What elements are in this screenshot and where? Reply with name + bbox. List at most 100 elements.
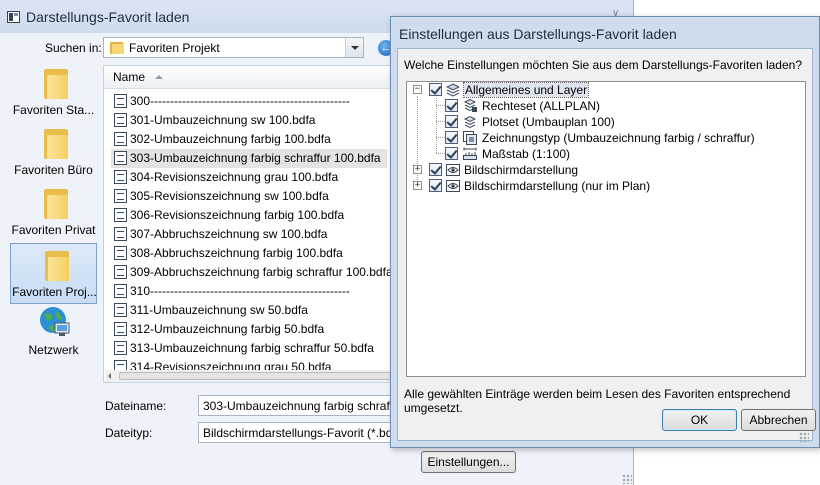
resize-grip[interactable]: [622, 474, 632, 484]
resize-grip[interactable]: [799, 432, 809, 442]
rights-set-icon: [463, 99, 477, 112]
file-list[interactable]: Name 300--------------------------------…: [103, 65, 403, 383]
collapse-toggle-icon[interactable]: −: [413, 85, 422, 94]
file-icon: [114, 246, 127, 260]
dialog-body: Welche Einstellungen möchten Sie aus dem…: [397, 48, 816, 441]
file-icon: [114, 322, 127, 336]
eye-icon: [446, 180, 460, 192]
list-item[interactable]: 300-------------------------------------…: [111, 92, 401, 111]
place-label: Favoriten Privat: [11, 223, 96, 237]
tree-node-massstab[interactable]: Maßstab (1:100): [407, 146, 805, 162]
filename-input[interactable]: 303-Umbauzeichnung farbig schraffur 100.…: [198, 395, 393, 416]
folder-icon: [45, 251, 69, 281]
filetype-select[interactable]: Bildschirmdarstellungs-Favorit (*.bdfa): [198, 422, 393, 443]
location-combobox[interactable]: Favoriten Projekt: [103, 37, 364, 58]
list-item[interactable]: 310-------------------------------------…: [111, 282, 401, 301]
tree-node-label: Zeichnungstyp (Umbauzeichnung farbig / s…: [482, 131, 755, 145]
tree-node-label: Allgemeines und Layer: [462, 82, 590, 98]
horizontal-scrollbar[interactable]: [105, 370, 402, 382]
name-column-header[interactable]: Name: [104, 66, 402, 89]
eye-icon: [446, 164, 460, 176]
list-item[interactable]: 308-Abbruchszeichnung farbig 100.bdfa: [111, 244, 401, 263]
tree-node-label: Plotset (Umbauplan 100): [482, 115, 615, 129]
folder-icon: [44, 69, 68, 99]
list-item[interactable]: 305-Revisionszeichnung sw 100.bdfa: [111, 187, 401, 206]
file-icon: [114, 113, 127, 127]
filename-label: Dateiname:: [105, 399, 167, 413]
file-icon: [114, 284, 127, 298]
file-icon: [114, 151, 127, 165]
tree-node-plotset[interactable]: Plotset (Umbauplan 100): [407, 114, 805, 130]
place-favoriten-projekt[interactable]: Favoriten Proj...: [10, 243, 97, 304]
location-value: Favoriten Projekt: [129, 41, 220, 55]
place-favoriten-buero[interactable]: Favoriten Büro: [10, 125, 97, 181]
checkbox-checked[interactable]: [445, 115, 458, 128]
place-label: Favoriten Proj...: [12, 285, 97, 299]
load-settings-dialog: Einstellungen aus Darstellungs-Favorit l…: [390, 16, 820, 448]
scroll-left-arrow-icon[interactable]: [108, 373, 111, 379]
list-item[interactable]: 302-Umbauzeichnung farbig 100.bdfa: [111, 130, 401, 149]
expand-toggle-icon[interactable]: +: [413, 165, 422, 174]
tree-node-label: Bildschirmdarstellung: [464, 163, 579, 177]
drawing-type-icon: [463, 131, 477, 145]
place-favoriten-standard[interactable]: Favoriten Sta...: [10, 65, 97, 121]
dialog-question: Welche Einstellungen möchten Sie aus dem…: [404, 58, 802, 72]
expand-toggle-icon[interactable]: +: [413, 181, 422, 190]
chevron-down-icon[interactable]: [345, 38, 363, 57]
window-title: Darstellungs-Favorit laden: [26, 9, 190, 25]
place-netzwerk[interactable]: Netzwerk: [10, 305, 97, 361]
settings-tree[interactable]: − Allgemeines und Layer Rechteset (ALLPL…: [406, 81, 806, 377]
file-icon: [114, 189, 127, 203]
checkbox-checked[interactable]: [429, 163, 442, 176]
file-icon: [114, 341, 127, 355]
tree-node-allgemeines[interactable]: − Allgemeines und Layer: [407, 82, 805, 98]
place-label: Favoriten Büro: [14, 163, 93, 177]
network-globe-icon: [40, 307, 70, 336]
name-column-label: Name: [113, 70, 146, 84]
list-item[interactable]: 306-Revisionszeichnung farbig 100.bdfa: [111, 206, 401, 225]
list-item[interactable]: 304-Revisionszeichnung grau 100.bdfa: [111, 168, 401, 187]
list-item[interactable]: 313-Umbauzeichnung farbig schraffur 50.b…: [111, 339, 401, 358]
tree-node-zeichnungstyp[interactable]: Zeichnungstyp (Umbauzeichnung farbig / s…: [407, 130, 805, 146]
tree-node-label: Rechteset (ALLPLAN): [482, 99, 601, 113]
file-icon: [114, 132, 127, 146]
cancel-button[interactable]: Abbrechen: [741, 409, 816, 431]
tree-node-label: Bildschirmdarstellung (nur im Plan): [464, 179, 651, 193]
scrollbar-thumb[interactable]: [119, 372, 391, 380]
place-label: Netzwerk: [28, 343, 79, 357]
dialog-title: Einstellungen aus Darstellungs-Favorit l…: [399, 26, 677, 42]
file-icon: [114, 170, 127, 184]
file-icon: [114, 94, 127, 108]
file-icon: [114, 265, 127, 279]
list-item-selected[interactable]: 303-Umbauzeichnung farbig schraffur 100.…: [111, 149, 387, 168]
tree-node-label: Maßstab (1:100): [482, 147, 571, 161]
app-icon: [7, 11, 20, 23]
tree-node-bildschirmdarstellung-plan[interactable]: + Bildschirmdarstellung (nur im Plan): [407, 178, 805, 194]
file-icon: [114, 208, 127, 222]
tree-node-rechteset[interactable]: Rechteset (ALLPLAN): [407, 98, 805, 114]
folder-icon: [44, 129, 68, 159]
list-item[interactable]: 307-Abbruchszeichnung sw 100.bdfa: [111, 225, 401, 244]
file-icon: [114, 227, 127, 241]
filetype-label: Dateityp:: [105, 426, 153, 440]
list-item[interactable]: 309-Abbruchszeichnung farbig schraffur 1…: [111, 263, 401, 282]
checkbox-checked[interactable]: [445, 147, 458, 160]
file-icon: [114, 303, 127, 317]
list-item[interactable]: 311-Umbauzeichnung sw 50.bdfa: [111, 301, 401, 320]
list-item[interactable]: 312-Umbauzeichnung farbig 50.bdfa: [111, 320, 401, 339]
sort-ascending-icon: [155, 75, 163, 79]
layers-icon: [446, 83, 460, 97]
place-label: Favoriten Sta...: [12, 103, 95, 117]
checkbox-checked[interactable]: [429, 179, 442, 192]
settings-button[interactable]: Einstellungen...: [421, 451, 516, 473]
ok-button[interactable]: OK: [662, 409, 737, 431]
place-favoriten-privat[interactable]: Favoriten Privat: [10, 185, 97, 241]
folder-icon: [44, 189, 68, 219]
checkbox-checked[interactable]: [445, 131, 458, 144]
checkbox-checked[interactable]: [445, 99, 458, 112]
list-item[interactable]: 301-Umbauzeichnung sw 100.bdfa: [111, 111, 401, 130]
plotset-icon: [463, 115, 477, 129]
tree-node-bildschirmdarstellung[interactable]: + Bildschirmdarstellung: [407, 162, 805, 178]
checkbox-checked[interactable]: [429, 83, 442, 96]
scale-icon: [463, 147, 477, 160]
